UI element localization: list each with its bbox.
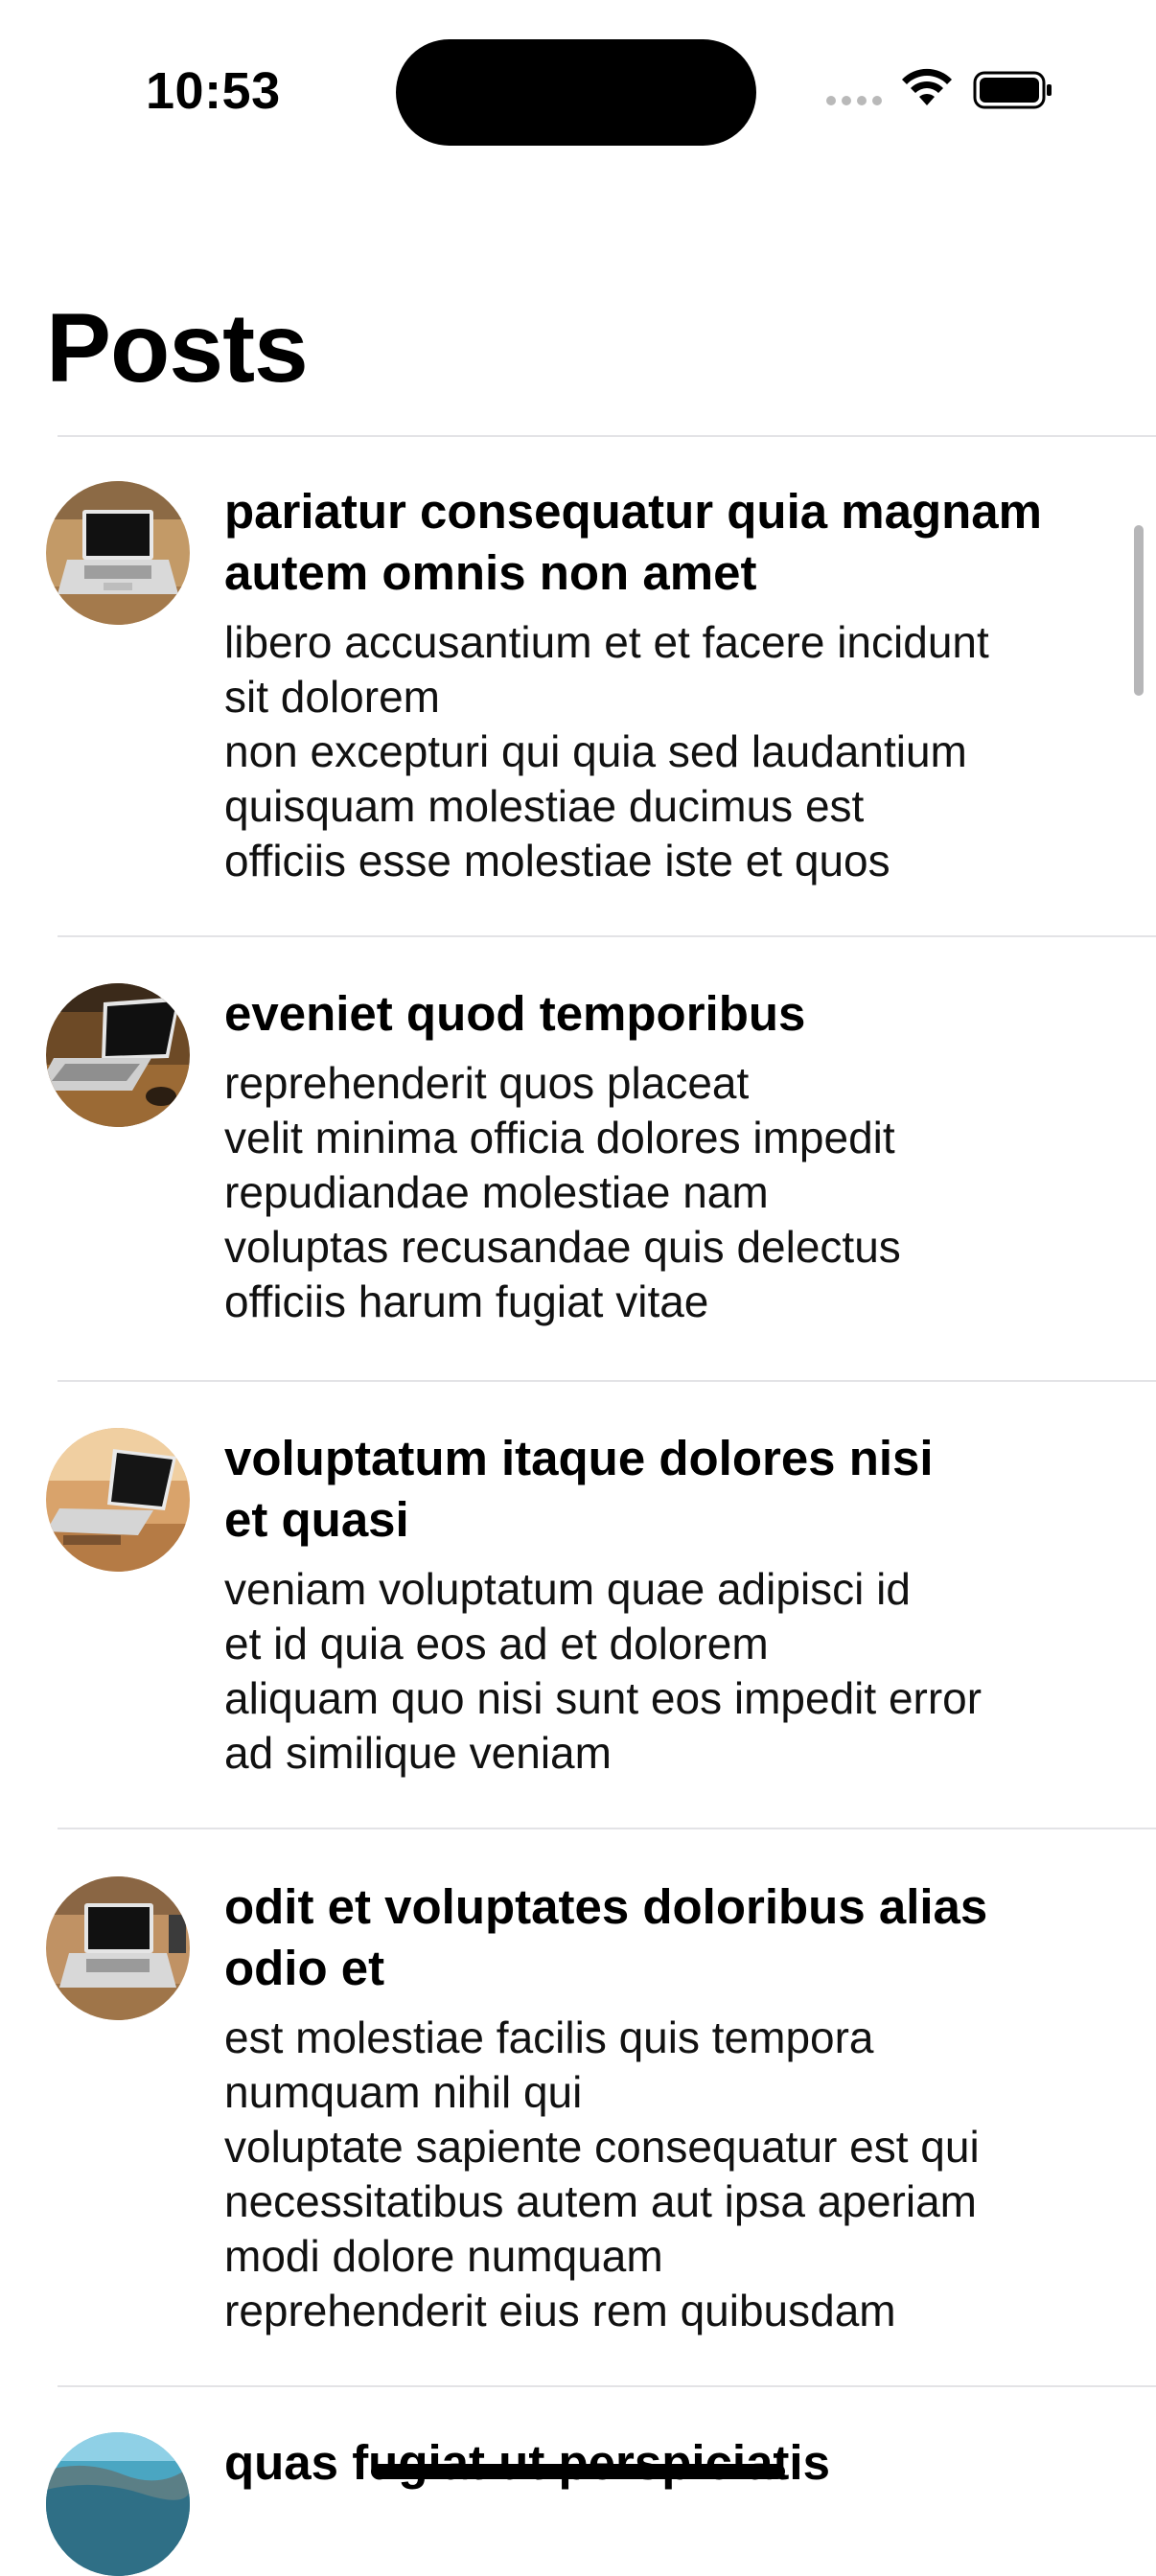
row-divider (58, 1380, 1156, 1382)
post-avatar (46, 1876, 190, 2020)
post-body: est molestiae facilis quis tempora numqu… (224, 2012, 980, 2335)
row-divider (58, 1828, 1156, 1829)
post-body: reprehenderit quos placeat velit minima … (224, 1058, 901, 1326)
post-body: veniam voluptatum quae adipisci id et id… (224, 1564, 983, 1778)
post-body: libero accusantium et et facere incidunt… (224, 617, 989, 886)
post-list[interactable]: pariatur consequatur quia magnam autem o… (0, 0, 1156, 2576)
post-avatar (46, 1428, 190, 1572)
post-avatar (46, 983, 190, 1127)
row-divider (58, 2385, 1156, 2387)
post-avatar (46, 2432, 190, 2576)
row-divider (58, 935, 1156, 937)
scroll-indicator[interactable] (1134, 525, 1144, 696)
post-title: odit et voluptates doloribus alias odio … (224, 1879, 988, 1995)
post-title: voluptatum itaque dolores nisi et quasi (224, 1431, 934, 1547)
post-avatar (46, 481, 190, 625)
post-title: eveniet quod temporibus (224, 986, 806, 1041)
post-title: quas fugiat ut perspiciatis (224, 2435, 830, 2490)
home-indicator[interactable] (371, 2464, 785, 2479)
post-title: pariatur consequatur quia magnam autem o… (224, 484, 1043, 600)
